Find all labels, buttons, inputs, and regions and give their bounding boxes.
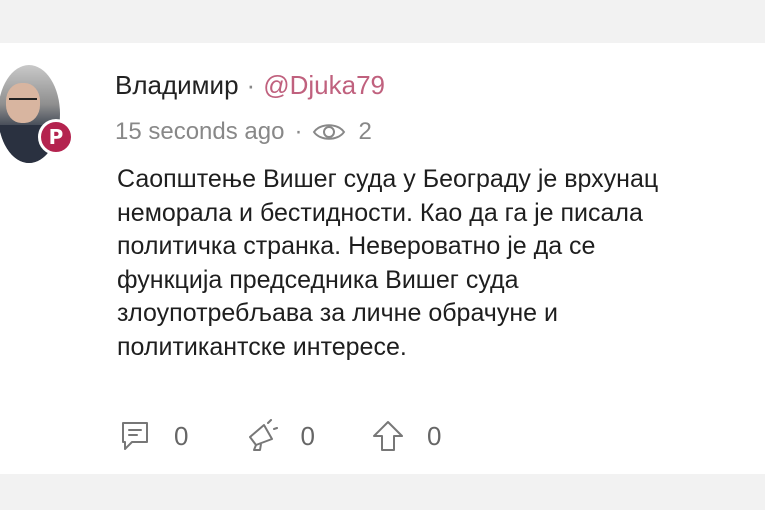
name-separator: · — [246, 70, 256, 100]
upvote-arrow-icon — [372, 421, 403, 451]
view-count: 2 — [358, 118, 372, 145]
post-body-line: Саопштење Вишег суда у Београду је врхун… — [117, 165, 659, 193]
upvote-count: 0 — [426, 420, 442, 451]
author-line: Владимир · @Djuka79 — [115, 70, 385, 101]
post-body-line: политикантске интересе. — [117, 332, 407, 361]
megaphone-icon — [249, 419, 279, 451]
post-body: Саопштење Вишег суда у Београду је врхун… — [117, 163, 765, 364]
comment-icon — [122, 422, 148, 450]
post-body-line: злоупотребљава за личне обрачуне и — [117, 299, 558, 327]
author-handle[interactable]: @Djuka79 — [263, 70, 385, 100]
badge-letter: P — [48, 125, 64, 149]
post-body-line: политичка странка. Невероватно је да се — [117, 232, 596, 260]
meta-separator: · — [294, 118, 303, 145]
echo-button[interactable]: 0 — [244, 419, 315, 453]
post-card: P Владимир · @Djuka79 15 seconds ago · 2 С… — [0, 43, 765, 474]
avatar-glasses — [9, 98, 37, 106]
parler-badge-icon: P — [38, 119, 74, 155]
post-actions: 0 0 0 — [118, 419, 497, 453]
echo-count: 0 — [300, 420, 315, 451]
comment-button[interactable]: 0 — [118, 419, 188, 453]
post-meta: 15 seconds ago · 2 — [115, 118, 372, 146]
author-name[interactable]: Владимир — [115, 70, 239, 100]
post-body-line: неморала и бестидности. Као да га је пис… — [117, 198, 643, 227]
timestamp: 15 seconds ago — [115, 118, 285, 145]
eye-icon — [313, 124, 346, 140]
upvote-button[interactable]: 0 — [371, 419, 441, 453]
comment-count: 0 — [174, 420, 189, 451]
post-body-line: функција председника Вишег суда — [117, 265, 519, 294]
